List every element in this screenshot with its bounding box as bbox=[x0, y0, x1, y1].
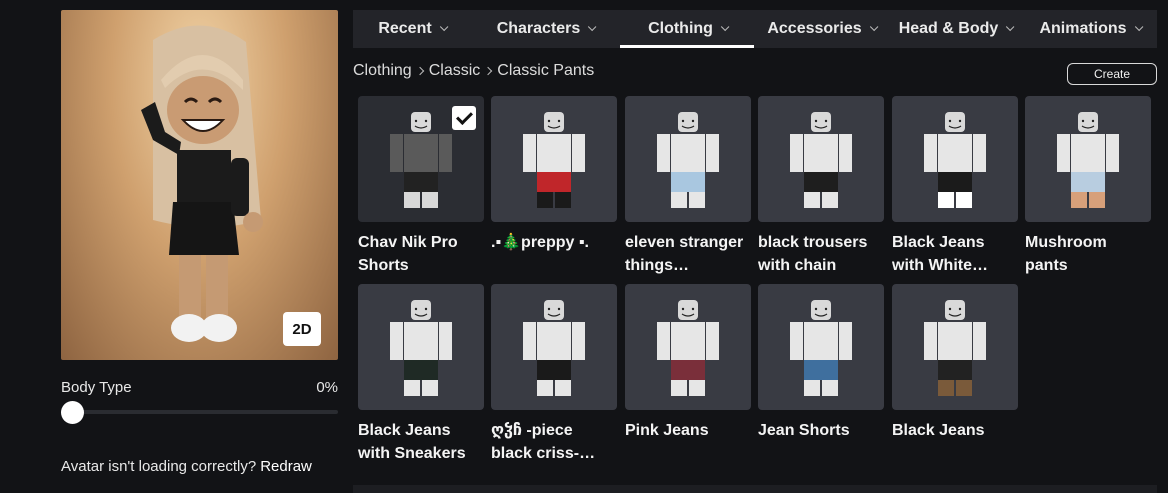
item-thumbnail[interactable] bbox=[625, 284, 751, 410]
view-2d-toggle-button[interactable]: 2D bbox=[283, 312, 321, 346]
item-preview-figure bbox=[523, 300, 585, 396]
item-thumbnail[interactable] bbox=[758, 96, 884, 222]
item-card[interactable]: ღჴჩ -piece black criss-cross swi... bbox=[491, 284, 617, 465]
chevron-right-icon bbox=[484, 66, 493, 76]
tab-label: Clothing bbox=[648, 20, 713, 37]
item-thumbnail[interactable] bbox=[491, 96, 617, 222]
item-name: Pink Jeans bbox=[625, 422, 709, 439]
item-name: black trousers with chain bbox=[758, 234, 868, 274]
create-button[interactable]: Create bbox=[1067, 63, 1157, 85]
item-thumbnail[interactable] bbox=[625, 96, 751, 222]
category-tabs: Recent Characters Clothing Accessories H… bbox=[353, 10, 1157, 48]
body-type-slider-track[interactable] bbox=[61, 410, 338, 414]
item-thumbnail[interactable] bbox=[358, 284, 484, 410]
chevron-right-icon bbox=[415, 66, 424, 76]
item-card[interactable]: Mushroom pants bbox=[1025, 96, 1151, 277]
tab-label: Characters bbox=[496, 20, 581, 37]
item-preview-figure bbox=[523, 112, 585, 208]
tab-label: Head & Body bbox=[898, 20, 999, 37]
chevron-down-icon bbox=[869, 22, 879, 32]
item-thumbnail[interactable] bbox=[892, 96, 1018, 222]
item-preview-figure bbox=[924, 112, 986, 208]
item-card[interactable]: Black Jeans with White Shoes bbox=[892, 96, 1018, 277]
avatar-figure bbox=[141, 25, 263, 342]
item-preview-figure bbox=[790, 112, 852, 208]
item-name: Black Jeans bbox=[892, 422, 985, 439]
item-card[interactable]: Chav Nik Pro Shorts bbox=[358, 96, 484, 277]
item-preview-figure bbox=[924, 300, 986, 396]
checkbox-checked-icon[interactable] bbox=[452, 106, 476, 130]
item-thumbnail[interactable] bbox=[1025, 96, 1151, 222]
item-thumbnail[interactable] bbox=[358, 96, 484, 222]
item-card[interactable]: Pink Jeans bbox=[625, 284, 751, 442]
body-type-value: 0% bbox=[316, 379, 338, 396]
item-thumbnail[interactable] bbox=[892, 284, 1018, 410]
item-name: Black Jeans with White Shoes bbox=[892, 234, 985, 274]
item-preview-figure bbox=[1057, 112, 1119, 208]
chevron-down-icon bbox=[720, 22, 730, 32]
item-name: Mushroom pants bbox=[1025, 234, 1107, 274]
item-card[interactable]: black trousers with chain bbox=[758, 96, 884, 277]
tab-label: Accessories bbox=[767, 20, 862, 37]
tab-recent[interactable]: Recent bbox=[353, 10, 470, 48]
item-card[interactable]: Black Jeans bbox=[892, 284, 1018, 442]
item-preview-figure bbox=[657, 112, 719, 208]
item-name: Chav Nik Pro Shorts bbox=[358, 234, 458, 274]
item-name: .▪︎🎄preppy ▪︎. bbox=[491, 234, 589, 251]
chevron-down-icon bbox=[1006, 22, 1015, 32]
tab-head-body[interactable]: Head & Body bbox=[888, 10, 1022, 48]
breadcrumb-clothing[interactable]: Clothing bbox=[353, 62, 412, 80]
item-name: ღჴჩ -piece black criss-cross swi... bbox=[491, 422, 580, 462]
breadcrumb-classic-pants: Classic Pants bbox=[497, 62, 595, 79]
item-card[interactable]: Black Jeans with Sneakers bbox=[358, 284, 484, 465]
avatar-preview[interactable]: 2D bbox=[61, 10, 338, 360]
item-card[interactable]: eleven stranger things matching... bbox=[625, 96, 751, 277]
item-thumbnail[interactable] bbox=[758, 284, 884, 410]
item-name: eleven stranger things matching... bbox=[625, 234, 744, 274]
tab-label: Animations bbox=[1039, 20, 1127, 37]
avatar-issue-message: Avatar isn't loading correctly? Redraw bbox=[61, 458, 312, 475]
item-card[interactable]: .▪︎🎄preppy ▪︎. bbox=[491, 96, 617, 254]
item-thumbnail[interactable] bbox=[491, 284, 617, 410]
redraw-link[interactable]: Redraw bbox=[260, 458, 312, 475]
chevron-down-icon bbox=[439, 22, 449, 32]
chevron-down-icon bbox=[1134, 22, 1143, 32]
item-name: Black Jeans with Sneakers bbox=[358, 422, 466, 462]
breadcrumb: Clothing Classic Classic Pants bbox=[353, 62, 594, 80]
tab-animations[interactable]: Animations bbox=[1022, 10, 1157, 48]
item-preview-figure bbox=[790, 300, 852, 396]
body-type-slider-thumb[interactable] bbox=[61, 401, 84, 424]
item-preview-figure bbox=[657, 300, 719, 396]
tab-clothing[interactable]: Clothing bbox=[620, 10, 754, 48]
chevron-down-icon bbox=[588, 22, 597, 32]
breadcrumb-classic[interactable]: Classic bbox=[429, 62, 481, 80]
avatar-issue-text: Avatar isn't loading correctly? bbox=[61, 458, 257, 475]
tab-characters[interactable]: Characters bbox=[470, 10, 620, 48]
item-card[interactable]: Jean Shorts bbox=[758, 284, 884, 442]
grid-bottom-edge bbox=[353, 485, 1157, 493]
item-name: Jean Shorts bbox=[758, 422, 850, 439]
tab-label: Recent bbox=[378, 20, 432, 37]
item-preview-figure bbox=[390, 300, 452, 396]
body-type-label: Body Type bbox=[61, 379, 132, 396]
tab-accessories[interactable]: Accessories bbox=[754, 10, 888, 48]
